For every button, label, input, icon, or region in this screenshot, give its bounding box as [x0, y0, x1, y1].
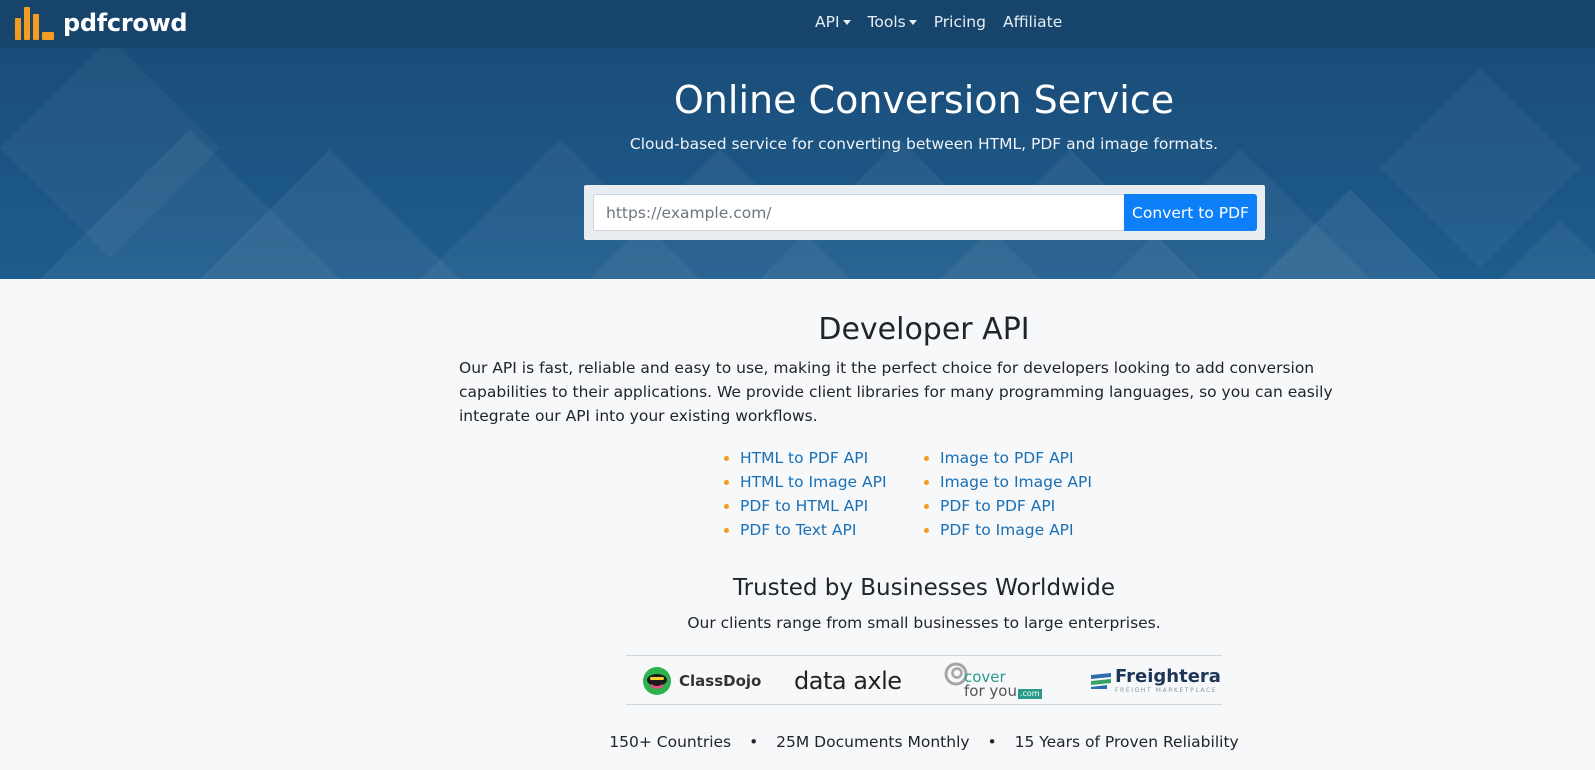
list-item: PDF to Text API	[724, 518, 887, 542]
caret-down-icon	[908, 19, 917, 25]
nav-item-label: Pricing	[933, 13, 986, 31]
nav-item-affiliate[interactable]: Affiliate	[1003, 13, 1062, 31]
bullet-icon	[924, 479, 929, 485]
brand-logo[interactable]: pdfcrowd	[15, 6, 188, 40]
api-link-html-to-image[interactable]: HTML to Image API	[740, 473, 887, 491]
list-item: PDF to Image API	[924, 518, 1092, 542]
convert-url-form: Convert to PDF	[584, 185, 1265, 240]
main-nav: API Tools Pricing Affiliate	[815, 0, 1079, 44]
freightera-stripes-icon	[1091, 673, 1111, 689]
coverforyou-line2: for you	[964, 681, 1017, 700]
data-axle-logo: data axle	[794, 656, 902, 706]
stat-countries: 150+ Countries	[609, 733, 732, 751]
stat-documents: 25M Documents Monthly	[776, 733, 970, 751]
coverforyou-logo: cover for you .com	[944, 656, 1042, 706]
api-link-image-to-image[interactable]: Image to Image API	[940, 473, 1092, 491]
freightera-tagline: FREIGHT MARKETPLACE	[1115, 687, 1218, 694]
list-item: Image to PDF API	[924, 446, 1092, 470]
api-link-pdf-to-pdf[interactable]: PDF to PDF API	[940, 497, 1055, 515]
nav-item-label: Tools	[867, 13, 906, 31]
list-item: PDF to HTML API	[724, 494, 887, 518]
api-link-pdf-to-html[interactable]: PDF to HTML API	[740, 497, 868, 515]
hero-title: Online Conversion Service	[673, 78, 1175, 122]
nav-item-api[interactable]: API	[815, 13, 851, 31]
convert-to-pdf-button[interactable]: Convert to PDF	[1124, 194, 1257, 231]
bar-chart-logo-icon	[15, 6, 55, 40]
hero-section: Online Conversion Service Cloud-based se…	[0, 48, 1595, 279]
coverforyou-com-badge: .com	[1017, 688, 1042, 699]
client-logos-strip: ClassDojo data axle cover for you .com Fr…	[626, 655, 1222, 705]
bullet-icon	[724, 479, 729, 485]
freightera-logo: Freightera FREIGHT MARKETPLACE	[1091, 656, 1221, 706]
hero-subtitle: Cloud-based service for converting betwe…	[629, 135, 1219, 153]
bullet-icon	[924, 455, 929, 461]
nav-item-pricing[interactable]: Pricing	[934, 13, 986, 31]
list-item: HTML to PDF API	[724, 446, 887, 470]
bullet-icon	[924, 527, 929, 533]
classdojo-name: ClassDojo	[679, 672, 762, 690]
api-list-right: Image to PDF API Image to Image API PDF …	[924, 446, 1092, 542]
list-item: PDF to PDF API	[924, 494, 1092, 518]
developer-api-description: Our API is fast, reliable and easy to us…	[459, 359, 1333, 425]
trusted-title: Trusted by Businesses Worldwide	[732, 575, 1115, 601]
list-item: HTML to Image API	[724, 470, 887, 494]
bullet-icon	[724, 455, 729, 461]
freightera-name: Freightera	[1115, 666, 1221, 687]
top-navbar: pdfcrowd API Tools Pricing Affiliate	[0, 0, 1595, 48]
url-input[interactable]	[593, 194, 1124, 231]
api-list-left: HTML to PDF API HTML to Image API PDF to…	[724, 446, 887, 542]
stat-separator: •	[987, 733, 997, 751]
classdojo-monster-icon	[643, 667, 671, 695]
caret-down-icon	[842, 19, 851, 25]
stat-reliability: 15 Years of Proven Reliability	[1014, 733, 1239, 751]
classdojo-logo: ClassDojo	[642, 656, 761, 706]
data-axle-name: data axle	[794, 667, 902, 695]
developer-api-title: Developer API	[818, 312, 1030, 347]
api-link-image-to-pdf[interactable]: Image to PDF API	[940, 449, 1074, 467]
brand-name: pdfcrowd	[63, 9, 188, 37]
api-link-pdf-to-image[interactable]: PDF to Image API	[940, 521, 1074, 539]
api-link-html-to-pdf[interactable]: HTML to PDF API	[740, 449, 868, 467]
nav-item-tools[interactable]: Tools	[868, 13, 917, 31]
nav-item-label: Affiliate	[1002, 13, 1063, 31]
nav-item-label: API	[815, 13, 840, 31]
list-item: Image to Image API	[924, 470, 1092, 494]
api-link-pdf-to-text[interactable]: PDF to Text API	[740, 521, 856, 539]
bullet-icon	[724, 503, 729, 509]
trusted-subtitle: Our clients range from small businesses …	[687, 614, 1161, 632]
stat-separator: •	[749, 733, 759, 751]
bullet-icon	[724, 527, 729, 533]
stats-line: 150+ Countries • 25M Documents Monthly •…	[0, 733, 1595, 751]
bullet-icon	[924, 503, 929, 509]
